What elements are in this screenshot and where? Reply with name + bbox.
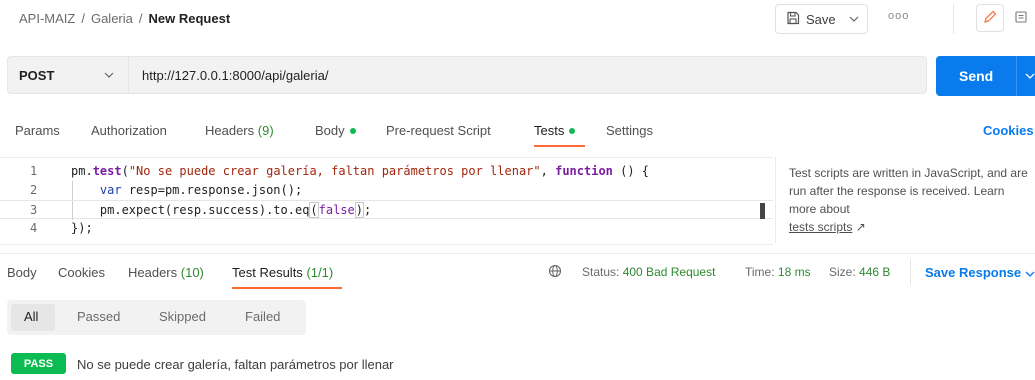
- send-button[interactable]: Send: [959, 68, 1016, 84]
- tab-label: Tests: [534, 123, 565, 138]
- more-options-button[interactable]: ooo: [888, 10, 909, 22]
- save-response-button[interactable]: Save Response: [925, 265, 1035, 280]
- save-button[interactable]: Save: [776, 5, 841, 33]
- status-dot: [569, 127, 576, 134]
- edit-button[interactable]: [976, 4, 1004, 32]
- time-value: 18 ms: [777, 265, 811, 279]
- divider: [910, 259, 911, 285]
- tab-settings[interactable]: Settings: [606, 123, 653, 138]
- code-line: 2 var resp=pm.response.json();: [0, 181, 773, 200]
- test-results-filter: All Passed Skipped Failed: [7, 300, 306, 335]
- tab-label: Body: [7, 265, 37, 280]
- tab-count: (1/1): [306, 265, 334, 280]
- cookies-link[interactable]: Cookies: [983, 123, 1034, 138]
- tab-body[interactable]: Body: [315, 123, 356, 138]
- tab-label: Test Results: [232, 265, 303, 280]
- tab-pre-request-script[interactable]: Pre-request Script: [386, 123, 491, 138]
- divider: [1016, 56, 1017, 96]
- method-select[interactable]: POST: [7, 56, 129, 94]
- chevron-down-icon: [849, 13, 859, 25]
- help-panel: Test scripts are written in JavaScript, …: [775, 157, 1035, 243]
- filter-passed[interactable]: Passed: [77, 309, 120, 324]
- pass-badge: PASS: [11, 353, 66, 374]
- save-label: Save: [806, 11, 836, 27]
- tab-label: Body: [315, 123, 345, 138]
- tab-authorization[interactable]: Authorization: [91, 123, 167, 138]
- tests-scripts-link[interactable]: tests scripts: [789, 220, 852, 234]
- comments-button[interactable]: [1007, 4, 1035, 32]
- test-result-text: No se puede crear galería, faltan paráme…: [77, 357, 394, 372]
- tab-params[interactable]: Params: [15, 123, 60, 138]
- response-tab-test-results[interactable]: Test Results (1/1): [232, 265, 333, 280]
- response-tab-body[interactable]: Body: [7, 265, 37, 280]
- tab-label: Params: [15, 123, 60, 138]
- chevron-down-icon[interactable]: [1025, 70, 1035, 82]
- code-line-current: 3 pm.expect(resp.success).to.eq(false);: [0, 200, 773, 220]
- tab-count: (9): [257, 123, 274, 138]
- script-editor[interactable]: 1 pm.test("No se puede crear galería, fa…: [0, 157, 773, 245]
- response-tab-headers[interactable]: Headers (10): [128, 265, 204, 280]
- send-button-group: Send: [936, 56, 1035, 96]
- save-button-group: Save: [775, 4, 868, 34]
- breadcrumb-current[interactable]: New Request: [149, 11, 231, 26]
- url-input[interactable]: http://127.0.0.1:8000/api/galeria/: [129, 56, 927, 94]
- comment-icon: [1014, 10, 1028, 27]
- active-tab-indicator: [232, 287, 342, 289]
- tab-count: (10): [180, 265, 204, 280]
- filter-failed[interactable]: Failed: [245, 309, 280, 324]
- code-text: });: [71, 221, 93, 235]
- code-line: 1 pm.test("No se puede crear galería, fa…: [0, 162, 773, 181]
- line-number: 1: [30, 164, 38, 178]
- active-tab-indicator: [534, 145, 585, 147]
- breadcrumb: API-MAIZ / Galeria / New Request: [19, 11, 230, 26]
- help-text: Test scripts are written in JavaScript, …: [789, 166, 1028, 216]
- save-icon: [786, 11, 800, 28]
- tab-label: Cookies: [58, 265, 105, 280]
- external-link-icon: ↗: [855, 220, 866, 234]
- code-line: 4 });: [0, 219, 773, 238]
- filter-all[interactable]: All: [24, 309, 38, 324]
- divider: [953, 4, 954, 34]
- code-text: var resp=pm.response.json();: [99, 183, 303, 197]
- tab-label: Authorization: [91, 123, 167, 138]
- response-status[interactable]: Status: 400 Bad Request: [582, 265, 715, 279]
- breadcrumb-collection[interactable]: API-MAIZ: [19, 11, 75, 26]
- filter-skipped[interactable]: Skipped: [159, 309, 206, 324]
- method-label: POST: [19, 67, 55, 83]
- pencil-icon: [983, 10, 997, 27]
- code-text: pm.expect(resp.success).to.eq(false);: [99, 202, 372, 218]
- breadcrumb-folder[interactable]: Galeria: [91, 11, 133, 26]
- tab-label: Headers: [205, 123, 255, 138]
- response-size[interactable]: Size: 446 B: [829, 265, 890, 279]
- tab-headers[interactable]: Headers (9): [205, 123, 274, 138]
- tab-label: Pre-request Script: [386, 123, 491, 138]
- save-dropdown-button[interactable]: [841, 5, 867, 33]
- status-dot: [349, 127, 356, 134]
- response-tab-cookies[interactable]: Cookies: [58, 265, 105, 280]
- line-number: 2: [30, 183, 38, 197]
- tab-label: Headers: [128, 265, 178, 280]
- line-number: 3: [30, 203, 38, 217]
- size-value: 446 B: [859, 265, 891, 279]
- breadcrumb-separator: /: [81, 11, 85, 26]
- chevron-down-icon: [104, 69, 114, 81]
- response-time[interactable]: Time: 18 ms: [745, 265, 811, 279]
- text-cursor: [760, 203, 765, 219]
- line-number: 4: [30, 221, 38, 235]
- code-text: pm.test("No se puede crear galería, falt…: [71, 164, 650, 178]
- tab-tests[interactable]: Tests: [534, 123, 576, 138]
- globe-icon[interactable]: [548, 264, 562, 281]
- status-value: 400 Bad Request: [622, 265, 716, 279]
- chevron-down-icon: [1025, 265, 1035, 280]
- tab-label: Settings: [606, 123, 653, 138]
- breadcrumb-separator: /: [138, 11, 143, 26]
